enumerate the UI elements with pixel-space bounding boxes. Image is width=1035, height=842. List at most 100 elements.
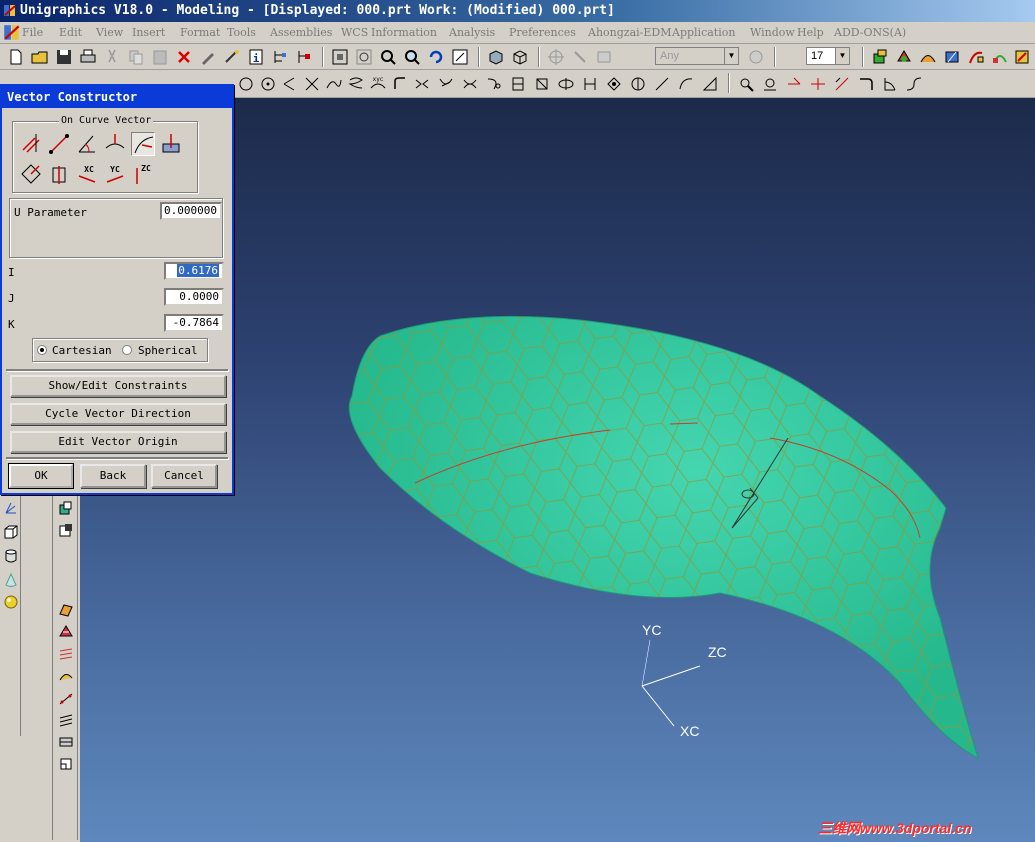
save-icon[interactable]: [54, 47, 74, 67]
project-curve-icon[interactable]: [436, 74, 456, 94]
line-icon[interactable]: [652, 74, 672, 94]
edge-curve-vector-icon[interactable]: [103, 132, 127, 156]
plane-normal-vector-icon[interactable]: [19, 162, 43, 186]
curve-length-icon[interactable]: [880, 74, 900, 94]
menu-wcs[interactable]: WCS: [341, 26, 368, 39]
edit-fillet-icon[interactable]: [832, 74, 852, 94]
copy-icon[interactable]: [126, 47, 146, 67]
extension-surface-icon[interactable]: [58, 734, 74, 750]
cone-icon[interactable]: [3, 572, 19, 588]
menu-add-ons[interactable]: ADD-ONS(A): [834, 26, 906, 39]
zc-axis-vector-icon[interactable]: ZC: [131, 162, 155, 186]
inferred-vector-icon[interactable]: [19, 132, 43, 156]
offset-curve-icon[interactable]: [390, 74, 410, 94]
section-curve-icon[interactable]: [532, 74, 552, 94]
subtract-icon[interactable]: [58, 522, 74, 538]
edit-spline-icon[interactable]: [736, 74, 756, 94]
dialog-title[interactable]: Vector Constructor: [2, 86, 232, 108]
ruled-surface-icon[interactable]: [58, 602, 74, 618]
rotate-icon[interactable]: [426, 47, 446, 67]
menu-format[interactable]: Format: [180, 26, 220, 39]
feature-operation-icon[interactable]: [894, 47, 914, 67]
ok-button[interactable]: OK: [8, 463, 74, 489]
edit-feature-icon[interactable]: [942, 47, 962, 67]
print-icon[interactable]: [78, 47, 98, 67]
xyc-curve-icon[interactable]: xyc: [368, 74, 388, 94]
menu-analysis[interactable]: Analysis: [449, 26, 495, 39]
trim-curve-icon[interactable]: [302, 74, 322, 94]
back-button[interactable]: Back: [80, 464, 146, 488]
offset-surface-icon[interactable]: [58, 712, 74, 728]
fit-view-icon[interactable]: [330, 47, 350, 67]
spherical-radio[interactable]: [122, 345, 132, 355]
edit-object-icon[interactable]: [198, 47, 218, 67]
menu-ahongzai-edm[interactable]: Ahongzai-EDM: [588, 26, 671, 39]
shaded-view-icon[interactable]: [486, 47, 506, 67]
menu-tools[interactable]: Tools: [227, 26, 256, 39]
chamfer-curve-icon[interactable]: [280, 74, 300, 94]
delete-icon[interactable]: [174, 47, 194, 67]
zoom-window-icon[interactable]: [378, 47, 398, 67]
yc-axis-vector-icon[interactable]: YC: [103, 162, 127, 186]
wrap-curve-icon[interactable]: [484, 74, 504, 94]
wireframe-view-icon[interactable]: [510, 47, 530, 67]
stretch-curve-icon[interactable]: [856, 74, 876, 94]
show-edit-constraints-button[interactable]: Show/Edit Constraints: [10, 375, 226, 397]
edit-curve-parameters-icon[interactable]: [760, 74, 780, 94]
window-title-bar[interactable]: Unigraphics V18.0 - Modeling - [Displaye…: [0, 0, 1035, 22]
selection-filter-dropdown[interactable]: Any ▼: [655, 47, 739, 65]
trim-sheet-icon[interactable]: [58, 756, 74, 772]
cylinder-icon[interactable]: [3, 548, 19, 564]
smooth-spline-icon[interactable]: [904, 74, 924, 94]
info-icon[interactable]: i: [246, 47, 266, 67]
extract-curve-icon[interactable]: [508, 74, 528, 94]
points-surface-icon[interactable]: [58, 690, 74, 706]
angle-curve-icon[interactable]: [700, 74, 720, 94]
edit-vector-origin-button[interactable]: Edit Vector Origin: [10, 431, 226, 453]
filter-icon[interactable]: [594, 47, 614, 67]
spline-icon[interactable]: [324, 74, 344, 94]
menu-preferences[interactable]: Preferences: [509, 26, 576, 39]
zoom-icon[interactable]: [354, 47, 374, 67]
free-form-icon[interactable]: [918, 47, 938, 67]
new-file-icon[interactable]: [6, 47, 26, 67]
combine-curve-icon[interactable]: [460, 74, 480, 94]
blank-icon[interactable]: [222, 47, 242, 67]
bspline-surface[interactable]: [280, 278, 1000, 798]
analysis-icon[interactable]: [1012, 47, 1032, 67]
selection-mode-icon[interactable]: [746, 47, 766, 67]
circle-icon[interactable]: [236, 74, 256, 94]
work-layer-dropdown[interactable]: 17 ▼: [806, 47, 850, 65]
arc-icon[interactable]: [676, 74, 696, 94]
divide-curve-icon[interactable]: [808, 74, 828, 94]
boolean-icon[interactable]: [58, 500, 74, 516]
intersect-curve-icon[interactable]: [556, 74, 576, 94]
zoom-in-out-icon[interactable]: [402, 47, 422, 67]
paste-icon[interactable]: [150, 47, 170, 67]
u-parameter-field[interactable]: 0.000000: [160, 202, 222, 220]
center-circle-icon[interactable]: [258, 74, 278, 94]
menu-application[interactable]: Application: [672, 26, 735, 39]
xc-axis-vector-icon[interactable]: XC: [75, 162, 99, 186]
swept-surface-icon[interactable]: [58, 668, 74, 684]
cycle-vector-direction-button[interactable]: Cycle Vector Direction: [10, 403, 226, 425]
open-folder-icon[interactable]: [30, 47, 50, 67]
trim-corner-icon[interactable]: [784, 74, 804, 94]
snap-point-icon[interactable]: [546, 47, 566, 67]
cartesian-radio[interactable]: [37, 345, 47, 355]
datum-axis-vector-icon[interactable]: [47, 162, 71, 186]
through-curves-icon[interactable]: [58, 624, 74, 640]
through-mesh-icon[interactable]: [58, 646, 74, 662]
pan-icon[interactable]: [450, 47, 470, 67]
menu-edit[interactable]: Edit: [59, 26, 82, 39]
selection-icon[interactable]: [570, 47, 590, 67]
helix-icon[interactable]: [346, 74, 366, 94]
angle-vector-icon[interactable]: [75, 132, 99, 156]
join-curve-icon[interactable]: [628, 74, 648, 94]
menu-insert[interactable]: Insert: [132, 26, 165, 39]
k-component-field[interactable]: -0.7864: [164, 314, 224, 332]
menu-information[interactable]: Information: [371, 26, 437, 39]
menu-assemblies[interactable]: Assemblies: [270, 26, 332, 39]
menu-file[interactable]: File: [22, 26, 43, 39]
bridge-curve-icon[interactable]: [412, 74, 432, 94]
